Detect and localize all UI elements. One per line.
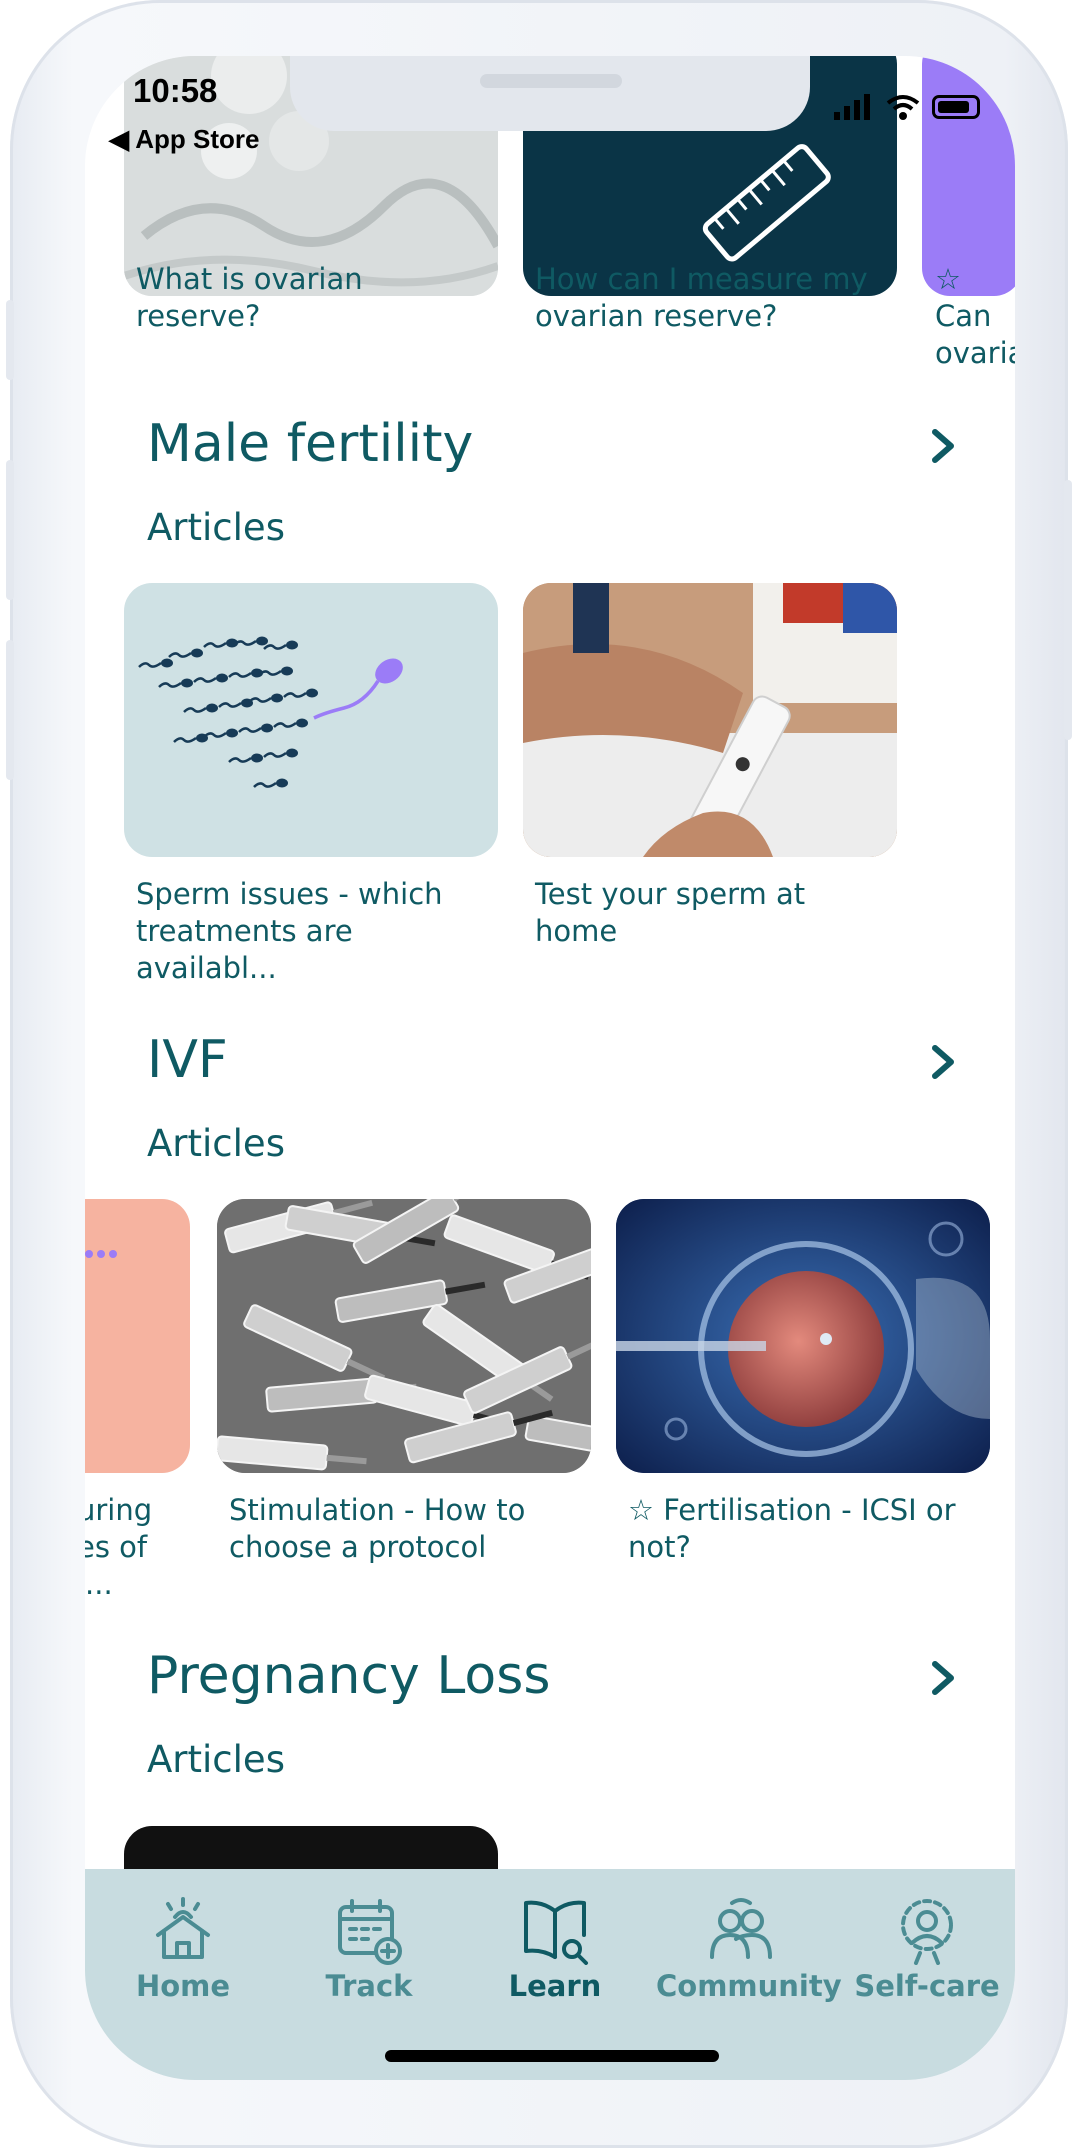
sperm-shape: [193, 673, 228, 683]
sperm-shape: [263, 748, 298, 758]
self-care-icon: [901, 1899, 953, 1965]
sperm-illustration: [138, 636, 403, 788]
sperm-shape: [138, 658, 173, 668]
card-title: ☆ Can ovaria: [935, 262, 1015, 370]
sperm-shape: [228, 668, 263, 678]
power-button: [1064, 480, 1072, 740]
sperm-shape: [228, 753, 263, 763]
article-image: [616, 1199, 990, 1473]
community-icon: [710, 1898, 772, 1959]
card-title: Sperm issues - which treatments are avai…: [136, 877, 443, 985]
card-title: ☆ Fertilisation - ICSI or not?: [628, 1493, 956, 1564]
card-title: uring es of l...: [85, 1493, 153, 1601]
sperm-shape: [238, 723, 273, 733]
tab-self-care[interactable]: Self-care: [842, 1895, 1012, 2003]
sperm-shape: [263, 640, 298, 650]
tab-community[interactable]: Community: [656, 1895, 842, 2003]
tab-label: Track: [325, 1969, 413, 2003]
sperm-shape: [253, 778, 288, 788]
sperm-shape: [248, 693, 283, 703]
wifi-icon: [886, 95, 920, 120]
section-title-pregnancy-loss: Pregnancy Loss: [147, 1646, 551, 1706]
section-subtitle: Articles: [147, 506, 285, 549]
article-card-pregnancy-loss[interactable]: [124, 1826, 498, 1869]
chevron-right-icon[interactable]: [925, 1658, 961, 1698]
article-image: [217, 1199, 591, 1473]
signal-icon: [834, 94, 870, 120]
volume-up-button: [6, 460, 14, 600]
article-card-fertilisation[interactable]: [616, 1199, 990, 1473]
tab-label: Community: [656, 1969, 842, 2003]
sperm-shape: [168, 648, 203, 658]
app-screen: What is ovarian reserve? How can I measu…: [85, 56, 1015, 2080]
sperm-shape: [203, 728, 238, 738]
article-card-sperm-issues[interactable]: [124, 583, 498, 857]
bottom-tab-bar: Home Track Learn Community Self-care: [85, 1869, 1015, 2080]
highlight-sperm-shape: [313, 658, 403, 720]
sperm-shape: [173, 733, 208, 743]
card-title: How can I measure my ovarian reserve?: [535, 262, 868, 333]
card-title: Test your sperm at home: [535, 877, 806, 948]
calendar-add-icon: [338, 1899, 402, 1965]
home-icon: [156, 1897, 210, 1959]
sperm-shape: [183, 703, 218, 713]
sperm-shape: [283, 688, 318, 698]
chevron-right-icon[interactable]: [925, 426, 961, 466]
dots-icon: [85, 1250, 117, 1258]
card-title: Stimulation - How to choose a protocol: [229, 1493, 526, 1564]
sperm-shape: [218, 698, 253, 708]
sperm-shape: [273, 718, 308, 728]
section-title-ivf: IVF: [147, 1030, 228, 1090]
status-icons: [834, 94, 980, 120]
section-subtitle: Articles: [147, 1122, 285, 1165]
mute-switch: [6, 300, 14, 380]
tab-home[interactable]: Home: [98, 1895, 268, 2003]
sperm-shape: [203, 638, 238, 648]
article-card-test-sperm[interactable]: [523, 583, 897, 857]
learn-content[interactable]: What is ovarian reserve? How can I measu…: [85, 56, 1015, 1869]
back-to-app-store[interactable]: ◀ App Store: [109, 124, 259, 155]
sperm-shape: [258, 666, 293, 676]
phone-frame: What is ovarian reserve? How can I measu…: [6, 0, 1072, 2148]
article-card-partial[interactable]: [922, 56, 1015, 296]
book-search-icon: [524, 1900, 588, 1965]
home-indicator[interactable]: [385, 2050, 719, 2062]
tab-track[interactable]: Track: [284, 1895, 454, 2003]
volume-down-button: [6, 640, 14, 780]
sperm-shape: [158, 678, 193, 688]
sperm-shape: [233, 636, 268, 646]
section-title-male-fertility: Male fertility: [147, 414, 474, 474]
tab-label: Home: [135, 1969, 231, 2003]
article-image: [523, 583, 897, 857]
tab-label: Self-care: [854, 1969, 1000, 2003]
notch: [290, 56, 810, 131]
section-subtitle: Articles: [147, 1738, 285, 1781]
tab-learn[interactable]: Learn: [470, 1895, 640, 2003]
battery-icon: [932, 95, 980, 119]
article-card-partial[interactable]: [85, 1199, 190, 1473]
card-title: What is ovarian reserve?: [136, 262, 363, 333]
speaker-grille: [480, 74, 622, 88]
article-card-stimulation[interactable]: [217, 1199, 591, 1473]
status-time: 10:58: [133, 72, 218, 109]
tab-label: Learn: [508, 1969, 602, 2003]
chevron-right-icon[interactable]: [925, 1042, 961, 1082]
